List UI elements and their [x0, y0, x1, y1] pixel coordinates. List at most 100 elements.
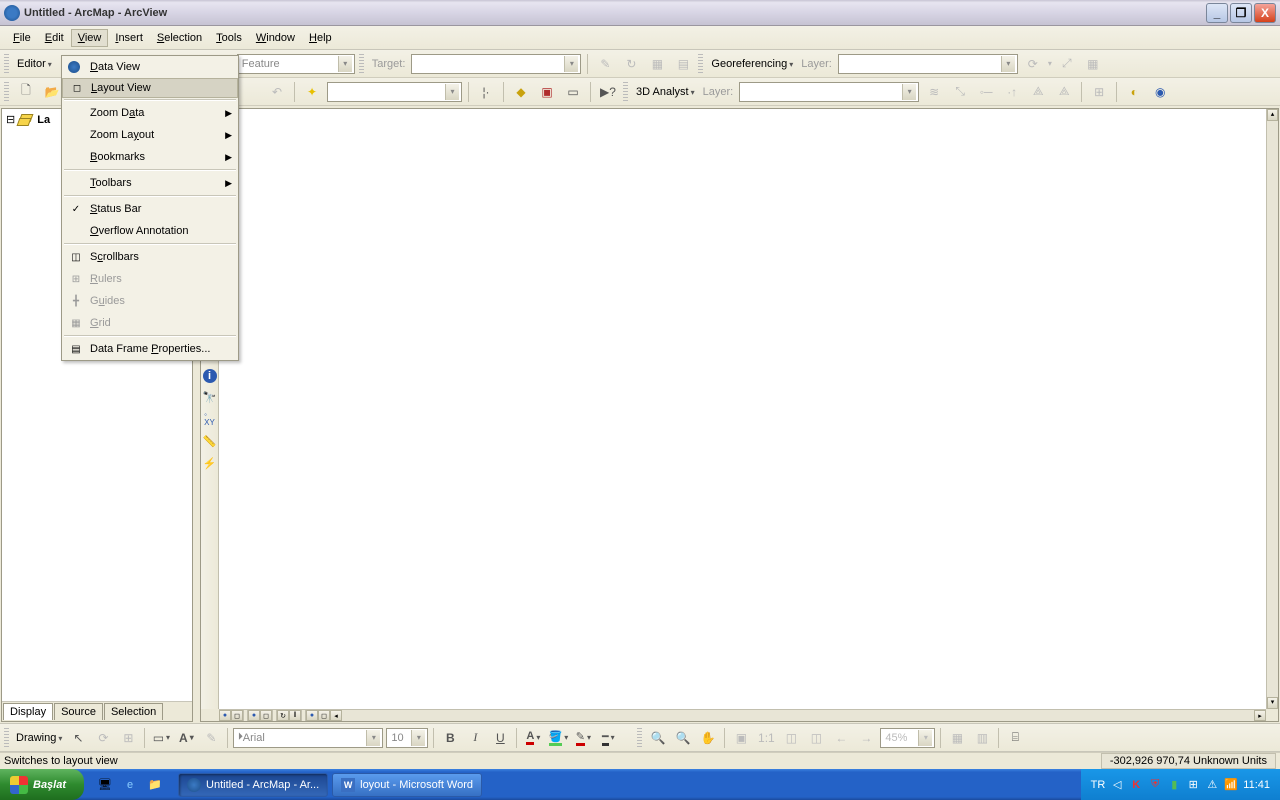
feature-combo[interactable]: Feature▾ [237, 54, 355, 74]
tray-back-icon[interactable]: ◁ [1110, 778, 1124, 792]
menu-selection[interactable]: Selection [150, 29, 209, 47]
editor-dropdown[interactable]: Editor [15, 58, 54, 70]
italic-icon[interactable]: I [464, 727, 486, 749]
data-view-icon[interactable]: ● [219, 710, 231, 721]
ie-icon[interactable]: e [119, 774, 141, 796]
toolbar-grip[interactable] [623, 82, 628, 102]
taskbar-word[interactable]: Wloyout - Microsoft Word [332, 773, 482, 797]
font-color-icon[interactable]: A [522, 727, 544, 749]
bold-icon[interactable]: B [439, 727, 461, 749]
rotate-tool-icon: ↻ [620, 53, 642, 75]
language-indicator[interactable]: TR [1091, 779, 1106, 791]
toolbar-grip[interactable] [4, 728, 9, 748]
icon-extra2[interactable]: ◻ [318, 710, 330, 721]
font-size: 10 [391, 732, 403, 744]
toolbar-grip[interactable] [637, 728, 642, 748]
drawing-dropdown[interactable]: Drawing [14, 732, 64, 744]
menu-view[interactable]: View [71, 29, 109, 47]
menu-item-zoom-data[interactable]: Zoom Data▶ [62, 102, 238, 124]
scale-combo[interactable]: ▾ [327, 82, 462, 102]
explorer-icon[interactable]: 📁 [144, 774, 166, 796]
tray-kaspersky-icon[interactable]: K [1129, 778, 1143, 792]
toc-tab-selection[interactable]: Selection [104, 703, 163, 720]
3d-analyst-dropdown[interactable]: 3D Analyst [634, 86, 697, 98]
goto-xy-icon[interactable]: ◦XY [202, 411, 218, 427]
arccatalog-icon[interactable]: ◆ [510, 81, 532, 103]
map-canvas[interactable] [219, 109, 1266, 709]
maximize-button[interactable]: ❐ [1230, 3, 1252, 23]
menu-item-grid: ▦Grid [62, 312, 238, 334]
georef-layer-combo[interactable]: ▾ [838, 54, 1018, 74]
toolbar-grip[interactable] [698, 54, 703, 74]
menu-file[interactable]: File [6, 29, 38, 47]
menu-item-status-bar[interactable]: ✓Status Bar [62, 198, 238, 220]
icon-extra[interactable]: ● [306, 710, 318, 721]
scroll-right-icon[interactable]: ▸ [1254, 710, 1266, 721]
globe-icon [68, 61, 80, 73]
new-doc-icon[interactable]: 🗋 [15, 81, 37, 103]
font-size-combo[interactable]: 10▾ [386, 728, 428, 748]
tray-network-icon[interactable]: ⚠ [1205, 778, 1219, 792]
rectangle-tool-icon[interactable]: ▭ [150, 727, 172, 749]
horizontal-scrollbar[interactable] [342, 710, 1254, 721]
minimize-button[interactable]: _ [1206, 3, 1228, 23]
taskbar-arcmap[interactable]: Untitled - ArcMap - Ar... [178, 773, 328, 797]
tray-clock[interactable]: 11:41 [1243, 779, 1270, 791]
find-icon[interactable]: 🔭 [202, 389, 218, 405]
menu-insert[interactable]: Insert [108, 29, 150, 47]
start-button[interactable]: Başlat [0, 769, 84, 800]
scroll-left-icon[interactable]: ◂ [330, 710, 342, 721]
menu-item-data-view[interactable]: Data View [62, 56, 238, 78]
show-desktop-icon[interactable]: 🖥 [94, 774, 116, 796]
select-elements-icon[interactable]: ↖ [67, 727, 89, 749]
target-combo[interactable]: ▾ [411, 54, 581, 74]
toc-tab-display[interactable]: Display [3, 703, 53, 720]
menu-item-data-frame-properties[interactable]: ▤Data Frame Properties... [62, 338, 238, 360]
text-tool-icon[interactable]: A [175, 727, 197, 749]
menu-item-bookmarks[interactable]: Bookmarks▶ [62, 146, 238, 168]
measure-icon[interactable]: 📏 [202, 433, 218, 449]
toolbar-grip[interactable] [359, 54, 364, 74]
line-color-icon[interactable]: ✎ [572, 727, 594, 749]
menu-item-overflow-annotation[interactable]: Overflow Annotation [62, 220, 238, 242]
layout-view-icon[interactable]: ◻ [231, 710, 243, 721]
menu-edit[interactable]: Edit [38, 29, 71, 47]
menu-help[interactable]: Help [302, 29, 339, 47]
georeferencing-dropdown[interactable]: Georeferencing [709, 58, 795, 70]
arcscene-icon[interactable]: ◐ [1123, 81, 1145, 103]
pause-icon[interactable]: ‖ [289, 710, 301, 721]
tray-volume-icon[interactable]: ⊞ [1186, 778, 1200, 792]
toc-tab-source[interactable]: Source [54, 703, 103, 720]
menu-window[interactable]: Window [249, 29, 302, 47]
menu-item-zoom-layout[interactable]: Zoom Layout▶ [62, 124, 238, 146]
toolbar-grip[interactable] [4, 54, 9, 74]
refresh-icon[interactable]: ↻ [277, 710, 289, 721]
identify-icon[interactable]: i [203, 369, 217, 383]
menu-item-scrollbars[interactable]: ◫Scrollbars [62, 246, 238, 268]
pause-draw-icon[interactable]: ◻ [260, 710, 272, 721]
analyst-layer-combo[interactable]: ▾ [739, 82, 919, 102]
tray-battery-icon[interactable]: ▮ [1167, 778, 1181, 792]
vertical-scrollbar[interactable]: ▴ ▾ [1266, 109, 1278, 709]
command-line-icon[interactable]: ▭ [562, 81, 584, 103]
refresh-view-icon[interactable]: ● [248, 710, 260, 721]
open-icon[interactable]: 📂 [41, 81, 63, 103]
underline-icon[interactable]: U [489, 727, 511, 749]
add-data-icon[interactable]: ✦ [301, 81, 323, 103]
whats-this-icon[interactable]: ▶? [597, 81, 619, 103]
menu-tools[interactable]: Tools [209, 29, 249, 47]
tray-shield-icon[interactable]: ⛨ [1148, 778, 1162, 792]
editor-toolbar-icon[interactable]: ¦· [475, 81, 497, 103]
arctoolbox-icon[interactable]: ▣ [536, 81, 558, 103]
menu-item-toolbars[interactable]: Toolbars▶ [62, 172, 238, 194]
change-layout-icon[interactable]: ⌸ [1004, 727, 1026, 749]
tray-wifi-icon[interactable]: 📶 [1224, 778, 1238, 792]
arcglobe-icon[interactable]: ◉ [1149, 81, 1171, 103]
menu-item-layout-view[interactable]: ◻Layout View [62, 78, 238, 98]
toolbar-grip[interactable] [4, 82, 9, 102]
close-button[interactable]: X [1254, 3, 1276, 23]
zoom-percent-combo[interactable]: 45%▾ [880, 728, 935, 748]
fill-color-icon[interactable]: 🪣 [547, 727, 569, 749]
marker-color-icon[interactable]: ━ [597, 727, 619, 749]
font-combo[interactable]: 🞂 Arial▾ [233, 728, 383, 748]
